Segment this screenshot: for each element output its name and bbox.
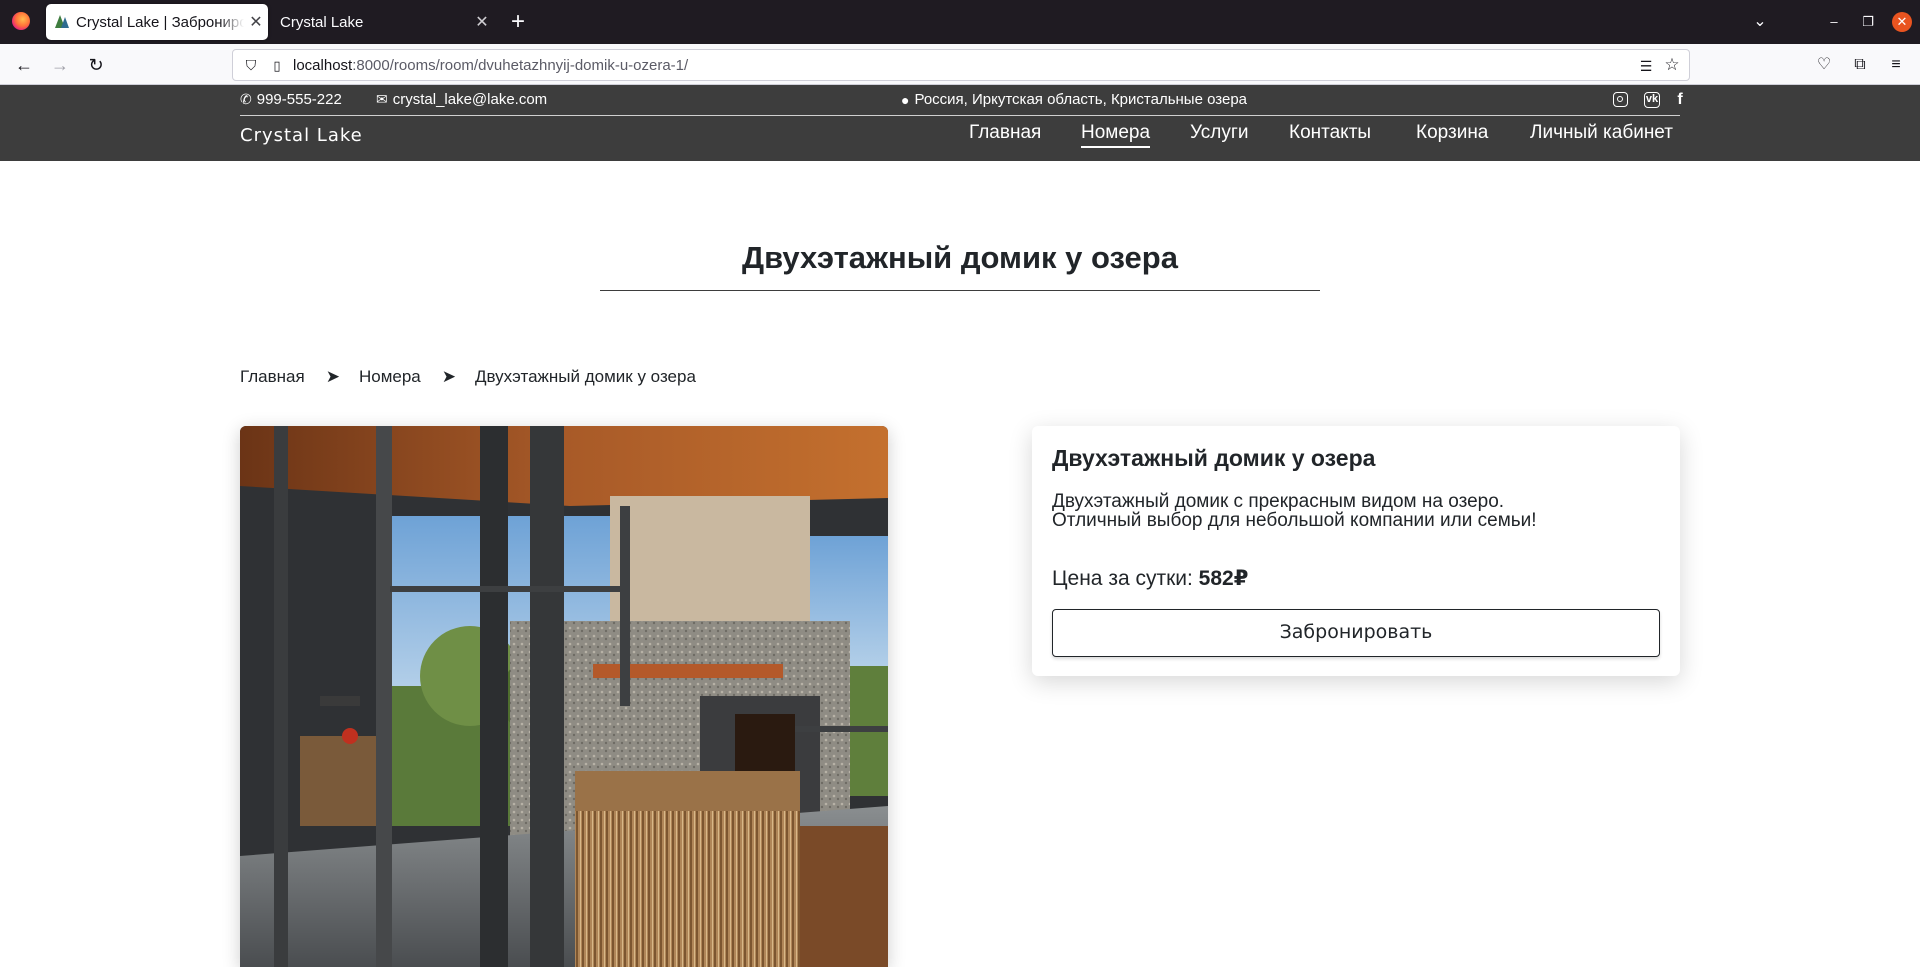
page-title: Двухэтажный домик у озера [742,240,1178,275]
browser-tab-bar: Crystal Lake | Забронировать ✕ Crystal L… [0,0,1920,44]
room-photo [240,426,888,967]
arrow-right-icon: ➤ [441,367,457,386]
breadcrumb-current: Двухэтажный домик у озера [475,367,696,386]
tab-title: Crystal Lake | Забронировать [76,13,244,31]
breadcrumb-rooms[interactable]: Номера [359,367,421,387]
tab-crystal-lake[interactable]: Crystal Lake ✕ [272,4,494,40]
room-interior-image [240,426,888,967]
breadcrumb: Главная ➤ Номера ➤ Двухэтажный домик у о… [240,367,696,387]
pocket-icon[interactable]: ♡ [1812,53,1836,77]
browser-nav-bar: ← → ↻ ⛉ ▯ localhost:8000/rooms/room/dvuh… [0,44,1920,85]
tab-crystal-lake-booking[interactable]: Crystal Lake | Забронировать ✕ [46,4,268,40]
extensions-icon[interactable]: ⧉ [1848,53,1872,77]
bookmark-star-icon[interactable]: ☆ [1663,56,1681,74]
book-button[interactable]: Забронировать [1052,609,1660,657]
room-title: Двухэтажный домик у озера [1052,445,1376,471]
nav-contacts[interactable]: Контакты [1289,122,1371,144]
room-description: Двухэтажный домик с прекрасным видом на … [1052,491,1537,531]
facebook-icon[interactable]: f [1670,90,1690,110]
close-tab-icon[interactable]: ✕ [470,12,494,32]
chevron-down-icon[interactable]: ⌄ [1748,10,1772,34]
envelope-icon: ✉ [376,91,388,107]
breadcrumb-home[interactable]: Главная [240,367,305,387]
window-close-icon[interactable]: ✕ [1892,12,1912,32]
room-price: Цена за сутки: 582₽ [1052,566,1248,591]
nav-home[interactable]: Главная [969,122,1041,144]
tree-favicon-icon [54,14,70,30]
reload-icon[interactable]: ↻ [82,51,110,79]
shield-icon[interactable]: ⛉ [243,57,259,74]
arrow-right-icon: ➤ [325,367,340,386]
nav-cart[interactable]: Корзина [1416,122,1488,144]
site-header: ✆ 999-555-222 ✉ crystal_lake@lake.com ● … [0,85,1920,161]
page-icon[interactable]: ▯ [269,57,285,74]
hamburger-menu-icon[interactable]: ≡ [1884,53,1908,77]
phone-contact[interactable]: ✆ 999-555-222 [240,91,342,108]
forward-arrow-icon[interactable]: → [46,51,74,79]
price-value: 582₽ [1198,567,1249,590]
phone-icon: ✆ [240,91,252,107]
contact-bar: ✆ 999-555-222 ✉ crystal_lake@lake.com ● … [240,85,1683,116]
nav-services[interactable]: Услуги [1190,122,1248,144]
map-marker-icon: ● [901,91,910,108]
instagram-icon[interactable] [1613,92,1628,107]
price-label: Цена за сутки: [1052,567,1199,590]
site-logo[interactable]: Crystal Lake [240,125,363,146]
back-arrow-icon[interactable]: ← [10,51,38,79]
new-tab-icon[interactable]: + [504,6,532,38]
nav-account[interactable]: Личный кабинет [1530,122,1673,144]
minimize-icon[interactable]: – [1824,12,1844,32]
restore-icon[interactable]: ❐ [1858,12,1878,32]
nav-rooms[interactable]: Номера [1081,122,1151,148]
title-divider [600,290,1320,291]
email-contact[interactable]: ✉ crystal_lake@lake.com [376,91,547,108]
room-info-card: Двухэтажный домик у озера Двухэтажный до… [1032,426,1680,676]
reader-view-icon[interactable]: ☰ [1637,57,1655,75]
url-text[interactable]: localhost:8000/rooms/room/dvuhetazhnyij-… [293,57,688,74]
vk-icon[interactable]: vk [1644,92,1660,108]
address-contact: ● Россия, Иркутская область, Кристальные… [901,91,1248,108]
tab-title: Crystal Lake [280,13,364,31]
firefox-logo-icon[interactable] [12,12,30,30]
address-bar[interactable]: ⛉ ▯ localhost:8000/rooms/room/dvuhetazhn… [232,49,1690,81]
close-tab-icon[interactable]: ✕ [244,12,268,32]
